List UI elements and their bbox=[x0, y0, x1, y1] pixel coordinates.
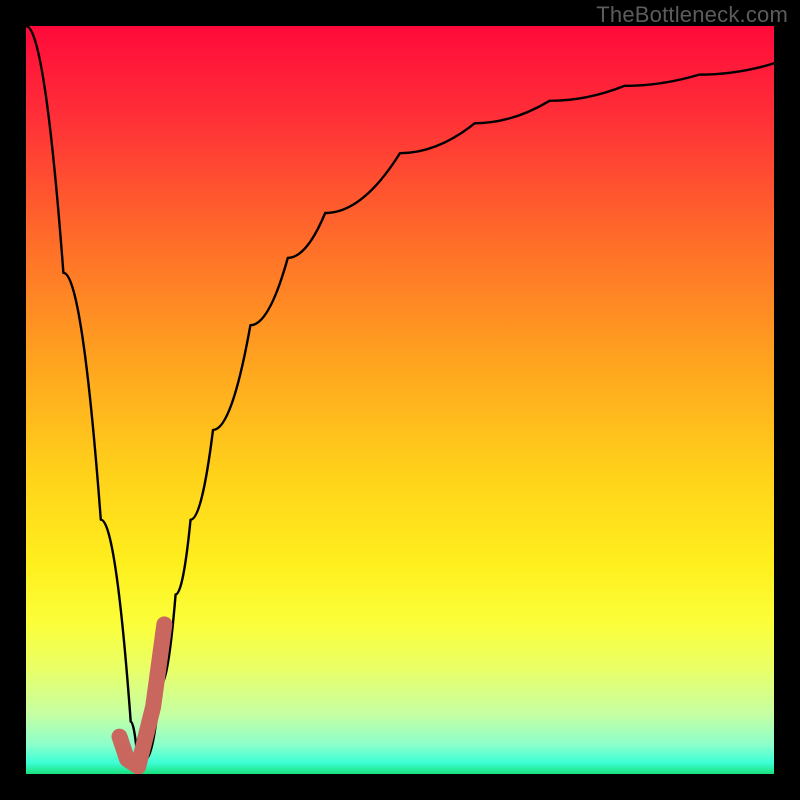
watermark-text: TheBottleneck.com bbox=[596, 2, 788, 28]
bottleneck-curve bbox=[26, 26, 774, 767]
plot-area bbox=[26, 26, 774, 774]
highlight-segment bbox=[120, 624, 165, 766]
chart-frame: TheBottleneck.com bbox=[0, 0, 800, 800]
chart-canvas bbox=[26, 26, 774, 774]
